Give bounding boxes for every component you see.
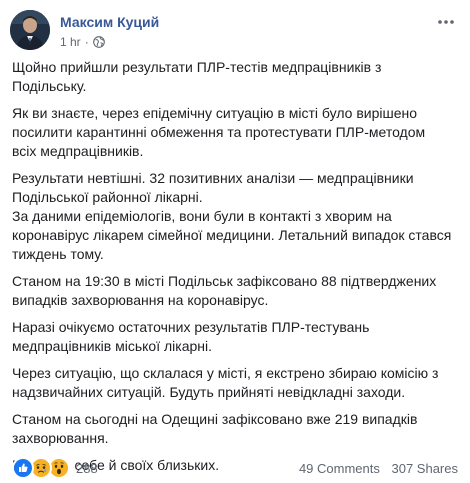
post-paragraph: Щойно прийшли результати ПЛР-тестів медп… — [12, 59, 382, 94]
meta-separator: · — [84, 35, 89, 49]
post-body: Щойно прийшли результати ПЛР-тестів медп… — [12, 58, 452, 483]
post-paragraph: Через ситуацію, що склалася у місті, я е… — [12, 365, 439, 400]
facebook-post: Максим Куций 1 hr · Щойно прийшли резуль — [0, 0, 470, 483]
more-options-icon[interactable] — [434, 14, 458, 30]
like-icon[interactable] — [12, 457, 34, 479]
post-paragraph: Станом на 19:30 в місті Подільськ зафікс… — [12, 273, 437, 308]
comments-link[interactable]: 49 Comments — [299, 461, 380, 476]
post-meta: 1 hr · — [60, 35, 105, 49]
post-time[interactable]: 1 hr — [60, 35, 81, 49]
post-paragraph: За даними епідеміологів, вони були в кон… — [12, 208, 452, 262]
post-paragraph: Наразі очікуємо остаточних результатів П… — [12, 319, 370, 354]
engagement-stats: 49 Comments 307 Shares — [291, 461, 458, 476]
globe-icon — [92, 36, 105, 48]
post-paragraph: Результати невтішні. 32 позитивних аналі… — [12, 170, 414, 205]
reactions-summary[interactable]: 288 — [12, 457, 98, 479]
post-footer: 288 49 Comments 307 Shares — [12, 457, 458, 479]
reaction-count[interactable]: 288 — [76, 461, 98, 476]
post-paragraph: Станом на сьогодні на Одещині зафіксован… — [12, 411, 418, 446]
author-name[interactable]: Максим Куций — [60, 14, 159, 30]
avatar[interactable] — [10, 10, 50, 50]
post-header: Максим Куций 1 hr · — [8, 8, 462, 52]
shares-link[interactable]: 307 Shares — [392, 461, 459, 476]
post-paragraph: Як ви знаєте, через епідемічну ситуацію … — [12, 105, 426, 159]
